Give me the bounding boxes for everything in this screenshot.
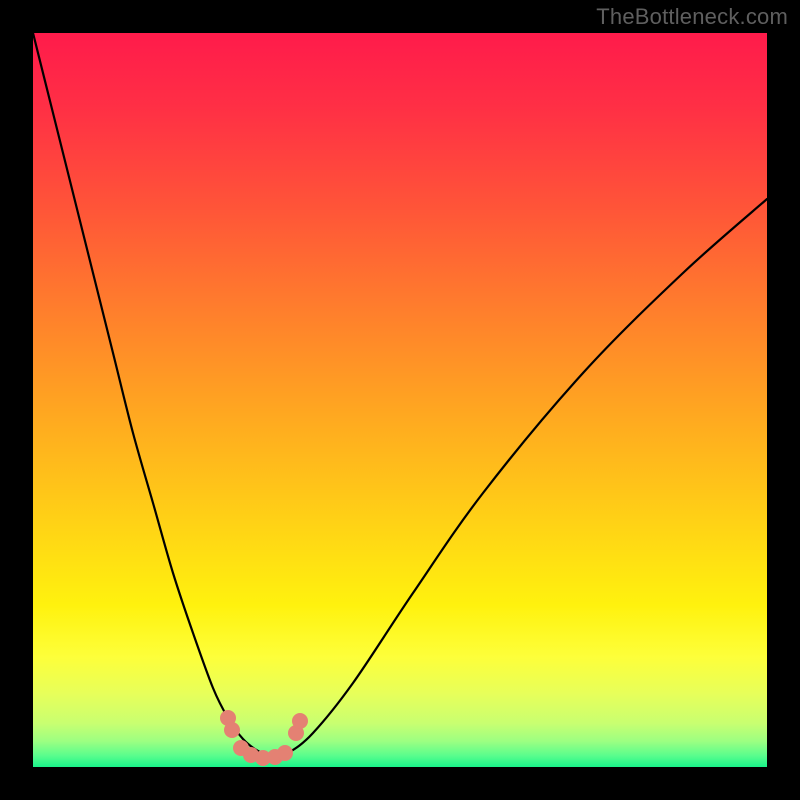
watermark-text: TheBottleneck.com xyxy=(596,4,788,30)
curve-marker xyxy=(224,722,240,738)
bottleneck-curve-svg xyxy=(33,33,767,767)
bottleneck-curve-path xyxy=(33,33,767,757)
plot-area xyxy=(33,33,767,767)
curve-marker xyxy=(292,713,308,729)
chart-frame: TheBottleneck.com xyxy=(0,0,800,800)
curve-markers xyxy=(220,710,308,766)
curve-marker xyxy=(277,745,293,761)
